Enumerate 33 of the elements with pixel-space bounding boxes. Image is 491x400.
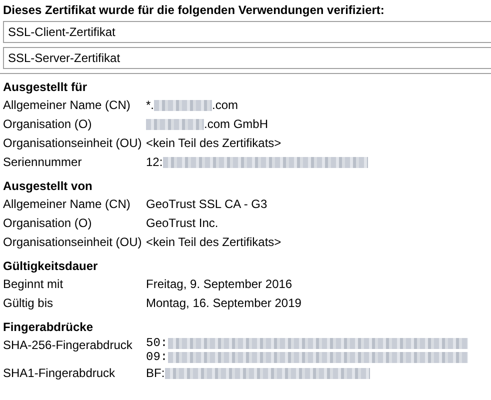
purposes-heading: Dieses Zertifikat wurde für die folgenden Verwendungen verifiziert: [3,2,386,19]
field-value: BF: [146,365,165,382]
field-value: <kein Teil des Zertifikats> [146,234,282,251]
field-value: Montag, 16. September 2019 [146,295,302,312]
field-value: GeoTrust Inc. [146,215,218,232]
field-value: 50: [146,336,168,350]
field-value: <kein Teil des Zertifikats> [146,135,282,152]
section-heading: Ausgestellt für [3,79,88,96]
section-heading: Ausgestellt von [3,178,94,195]
field-value: Freitag, 9. September 2016 [146,276,292,293]
field-label: Organisationseinheit (OU) [3,135,143,152]
field-label: Organisation (O) [3,116,93,133]
field-label: Organisation (O) [3,215,93,232]
field-value: .com [212,97,238,114]
field-label: Organisationseinheit (OU) [3,234,143,251]
field-value: .com GmbH [204,116,268,133]
blurred-redaction [146,119,204,130]
section-heading: Gültigkeitsdauer [3,258,99,275]
field-label: Allgemeiner Name (CN) [3,196,132,213]
field-value: 12: [146,154,163,171]
field-label: SHA-256-Fingerabdruck [3,337,134,354]
field-label: Allgemeiner Name (CN) [3,97,132,114]
field-label: Beginnt mit [3,276,64,293]
purpose-field: SSL-Server-Zertifikat [3,47,491,69]
blurred-redaction [154,100,212,111]
field-label: Seriennummer [3,154,83,171]
field-label: SHA1-Fingerabdruck [3,365,116,382]
field-value: GeoTrust SSL CA - G3 [146,196,268,213]
section-heading: Fingerabdrücke [3,319,94,336]
field-value: *. [146,97,154,114]
field-label: Gültig bis [3,295,54,312]
purpose-field: SSL-Client-Zertifikat [3,21,491,43]
field-value: 09: [146,350,168,364]
